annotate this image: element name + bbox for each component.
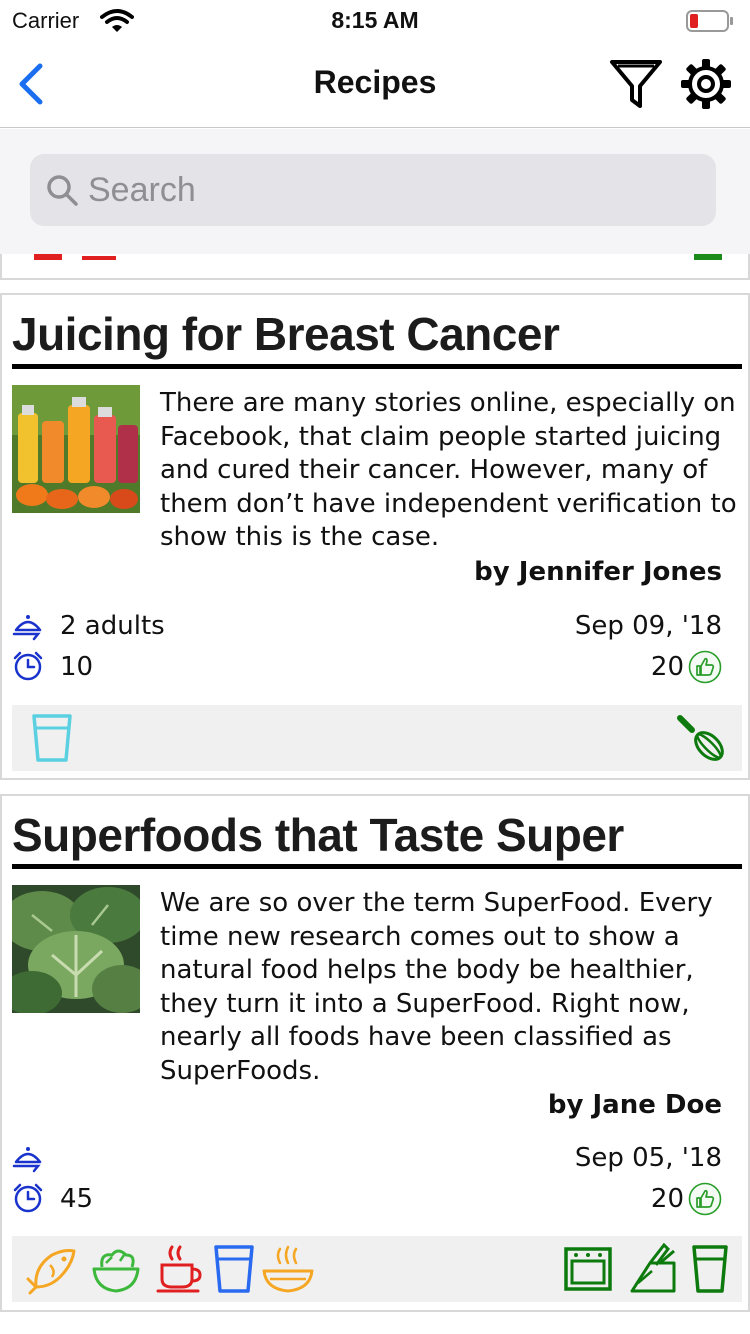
- servings-icon: [12, 615, 42, 641]
- oven-icon[interactable]: [562, 1243, 614, 1295]
- tag-bar: [12, 1236, 742, 1302]
- title-divider: [12, 864, 742, 869]
- filter-icon[interactable]: [608, 56, 664, 112]
- glass-icon[interactable]: [684, 1243, 736, 1295]
- recipe-title: Juicing for Breast Cancer: [12, 308, 560, 360]
- recipe-date: Sep 09, '18: [574, 611, 722, 641]
- glass-icon[interactable]: [26, 712, 78, 764]
- status-bar: Carrier 8:15 AM: [0, 0, 750, 40]
- cook-time-text: 45: [60, 1184, 94, 1214]
- search-icon: [47, 175, 78, 206]
- tag-icon-partial: [694, 254, 722, 260]
- like-count: 20: [650, 652, 684, 682]
- recipe-card-partial[interactable]: [0, 254, 750, 280]
- alarm-clock-icon: [13, 1183, 43, 1213]
- servings-icon: [12, 1147, 42, 1173]
- recipe-date: Sep 05, '18: [574, 1143, 722, 1173]
- tag-icon-partial: [34, 254, 62, 260]
- tag-icon-partial: [82, 256, 116, 260]
- tag-bar: [12, 705, 742, 771]
- thumbs-up-icon[interactable]: [688, 650, 722, 684]
- hot-cup-icon[interactable]: [154, 1243, 206, 1295]
- recipe-thumbnail: [12, 385, 140, 513]
- alarm-clock-icon: [13, 651, 43, 681]
- recipe-card[interactable]: Juicing for Breast Cancer There are many…: [0, 293, 750, 780]
- cook-time-text: 10: [60, 652, 94, 682]
- knife-block-icon[interactable]: [628, 1243, 680, 1295]
- fish-icon[interactable]: [26, 1243, 78, 1295]
- recipe-description: We are so over the term SuperFood. Every…: [160, 888, 713, 1086]
- title-divider: [12, 364, 742, 369]
- recipe-description: There are many stories online, especiall…: [160, 388, 737, 552]
- gear-icon[interactable]: [680, 58, 732, 110]
- salad-bowl-icon[interactable]: [90, 1243, 142, 1295]
- thumbs-up-icon[interactable]: [688, 1182, 722, 1216]
- whisk-icon[interactable]: [676, 712, 728, 764]
- glass-icon[interactable]: [208, 1243, 260, 1295]
- soup-bowl-icon[interactable]: [262, 1243, 314, 1295]
- recipe-author: by Jane Doe: [547, 1090, 722, 1120]
- recipe-card[interactable]: Superfoods that Taste Super We are so ov…: [0, 794, 750, 1312]
- navigation-bar: Recipes: [0, 40, 750, 128]
- search-bar-container: [0, 129, 750, 254]
- search-input[interactable]: [88, 170, 688, 210]
- status-time: 8:15 AM: [331, 7, 419, 33]
- like-count: 20: [650, 1184, 684, 1214]
- recipe-author: by Jennifer Jones: [474, 557, 722, 587]
- recipe-thumbnail: [12, 885, 140, 1013]
- recipe-title: Superfoods that Taste Super: [12, 809, 624, 861]
- servings-text: 2 adults: [60, 611, 165, 641]
- battery-icon: [686, 10, 733, 32]
- search-box[interactable]: [30, 154, 716, 226]
